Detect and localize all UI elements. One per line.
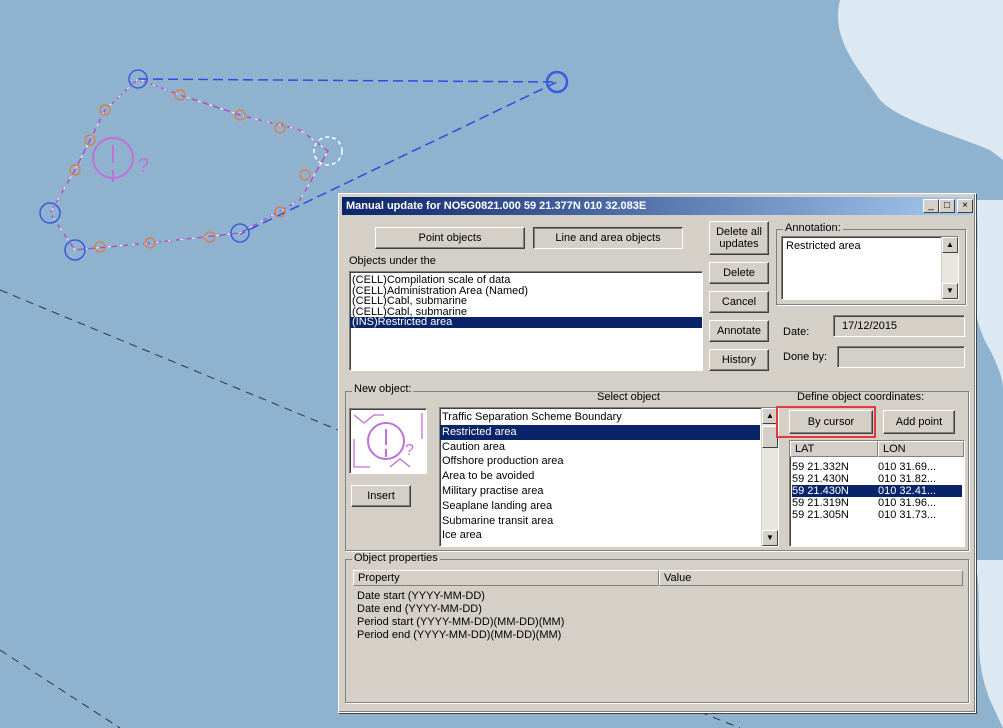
annotate-button[interactable]: Annotate: [709, 320, 769, 342]
object-properties-label: Object properties: [352, 552, 440, 564]
annotation-label: Annotation:: [783, 222, 843, 234]
property-row[interactable]: Period start (YYYY-MM-DD)(MM-DD)(MM): [353, 616, 953, 629]
annotation-group: Annotation: Restricted area ▲ ▼: [776, 222, 966, 305]
coordinate-row[interactable]: 59 21.430N 010 32.41...: [792, 485, 962, 497]
lat-header: LAT: [790, 441, 878, 457]
title-bar[interactable]: Manual update for NO5G0821.000 59 21.377…: [342, 197, 972, 215]
select-object-item[interactable]: Offshore production area: [440, 454, 760, 469]
lat-cell: 59 21.332N: [792, 461, 849, 473]
objects-under-item[interactable]: (CELL)Cabl, submarine: [350, 296, 702, 307]
point-objects-button[interactable]: Point objects: [375, 227, 525, 249]
select-object-item[interactable]: Military practise area: [440, 484, 760, 499]
coordinate-row[interactable]: 59 21.319N 010 31.96...: [792, 497, 962, 509]
select-object-item[interactable]: Caution area: [440, 440, 760, 455]
new-object-label: New object:: [352, 383, 414, 395]
select-object-list[interactable]: Traffic Separation Scheme Boundary Restri…: [439, 407, 779, 547]
coordinates-table[interactable]: LAT LON 59 21.332N 010 31.69... 59 21.430N…: [789, 440, 965, 547]
coordinate-row[interactable]: 59 21.305N 010 31.73...: [792, 509, 962, 521]
select-object-item[interactable]: Traffic Separation Scheme Boundary: [440, 410, 760, 425]
window-title: Manual update for NO5G0821.000 59 21.377…: [346, 200, 647, 212]
objects-under-item[interactable]: (CELL)Compilation scale of data: [350, 275, 702, 286]
property-row[interactable]: Date end (YYYY-MM-DD): [353, 603, 953, 616]
date-label: Date:: [783, 326, 810, 338]
define-coords-label: Define object coordinates:: [797, 391, 925, 403]
delete-all-updates-button[interactable]: Delete all updates: [709, 221, 769, 255]
coordinate-row[interactable]: 59 21.332N 010 31.69...: [792, 461, 962, 473]
property-row[interactable]: Period end (YYYY-MM-DD)(MM-DD)(MM): [353, 629, 953, 642]
property-row[interactable]: Date start (YYYY-MM-DD): [353, 590, 953, 603]
lat-cell: 59 21.319N: [792, 497, 849, 509]
objects-under-label: Objects under the: [349, 255, 436, 267]
history-button[interactable]: History: [709, 349, 769, 371]
svg-text:?: ?: [138, 155, 149, 177]
lon-cell: 010 31.73...: [878, 509, 937, 521]
lon-cell: 010 31.69...: [878, 461, 937, 473]
minimize-button[interactable]: _: [923, 199, 939, 213]
insert-button[interactable]: Insert: [351, 485, 411, 507]
close-button[interactable]: ×: [957, 199, 973, 213]
select-object-item[interactable]: Area to be avoided: [440, 469, 760, 484]
lat-cell: 59 21.305N: [792, 509, 849, 521]
done-by-field[interactable]: [837, 346, 965, 368]
object-symbol-preview: ?: [349, 408, 427, 474]
lon-cell: 010 31.82...: [878, 473, 937, 485]
property-header: Property: [353, 570, 659, 586]
add-point-button[interactable]: Add point: [883, 410, 955, 434]
delete-button[interactable]: Delete: [709, 262, 769, 284]
manual-update-dialog: Manual update for NO5G0821.000 59 21.377…: [338, 193, 976, 713]
properties-list[interactable]: Date start (YYYY-MM-DD) Date end (YYYY-MM…: [353, 590, 953, 642]
objects-under-item[interactable]: (INS)Restricted area: [350, 317, 702, 328]
lon-cell: 010 32.41...: [878, 485, 937, 497]
value-header: Value: [659, 570, 963, 586]
lon-header: LON: [878, 441, 964, 457]
svg-text:?: ?: [405, 442, 414, 459]
select-object-item[interactable]: Seaplane landing area: [440, 499, 760, 514]
maximize-button[interactable]: □: [939, 199, 955, 213]
select-object-label: Select object: [597, 391, 660, 403]
annotation-textarea[interactable]: Restricted area ▲ ▼: [781, 236, 959, 300]
lat-cell: 59 21.430N: [792, 473, 849, 485]
select-object-item[interactable]: Submarine transit area: [440, 514, 760, 529]
coordinate-row[interactable]: 59 21.430N 010 31.82...: [792, 473, 962, 485]
highlight-box: [776, 406, 876, 438]
line-area-objects-button[interactable]: Line and area objects: [533, 227, 683, 249]
select-object-item[interactable]: Ice area: [440, 528, 760, 543]
lat-cell: 59 21.430N: [792, 485, 849, 497]
lon-cell: 010 31.96...: [878, 497, 937, 509]
objects-under-list[interactable]: (CELL)Compilation scale of data (CELL)Adm…: [349, 271, 703, 371]
done-by-label: Done by:: [783, 351, 828, 363]
cancel-button[interactable]: Cancel: [709, 291, 769, 313]
date-field[interactable]: 17/12/2015: [833, 315, 965, 337]
select-object-item[interactable]: Restricted area: [440, 424, 760, 440]
restricted-area-icon: ?: [353, 413, 423, 468]
